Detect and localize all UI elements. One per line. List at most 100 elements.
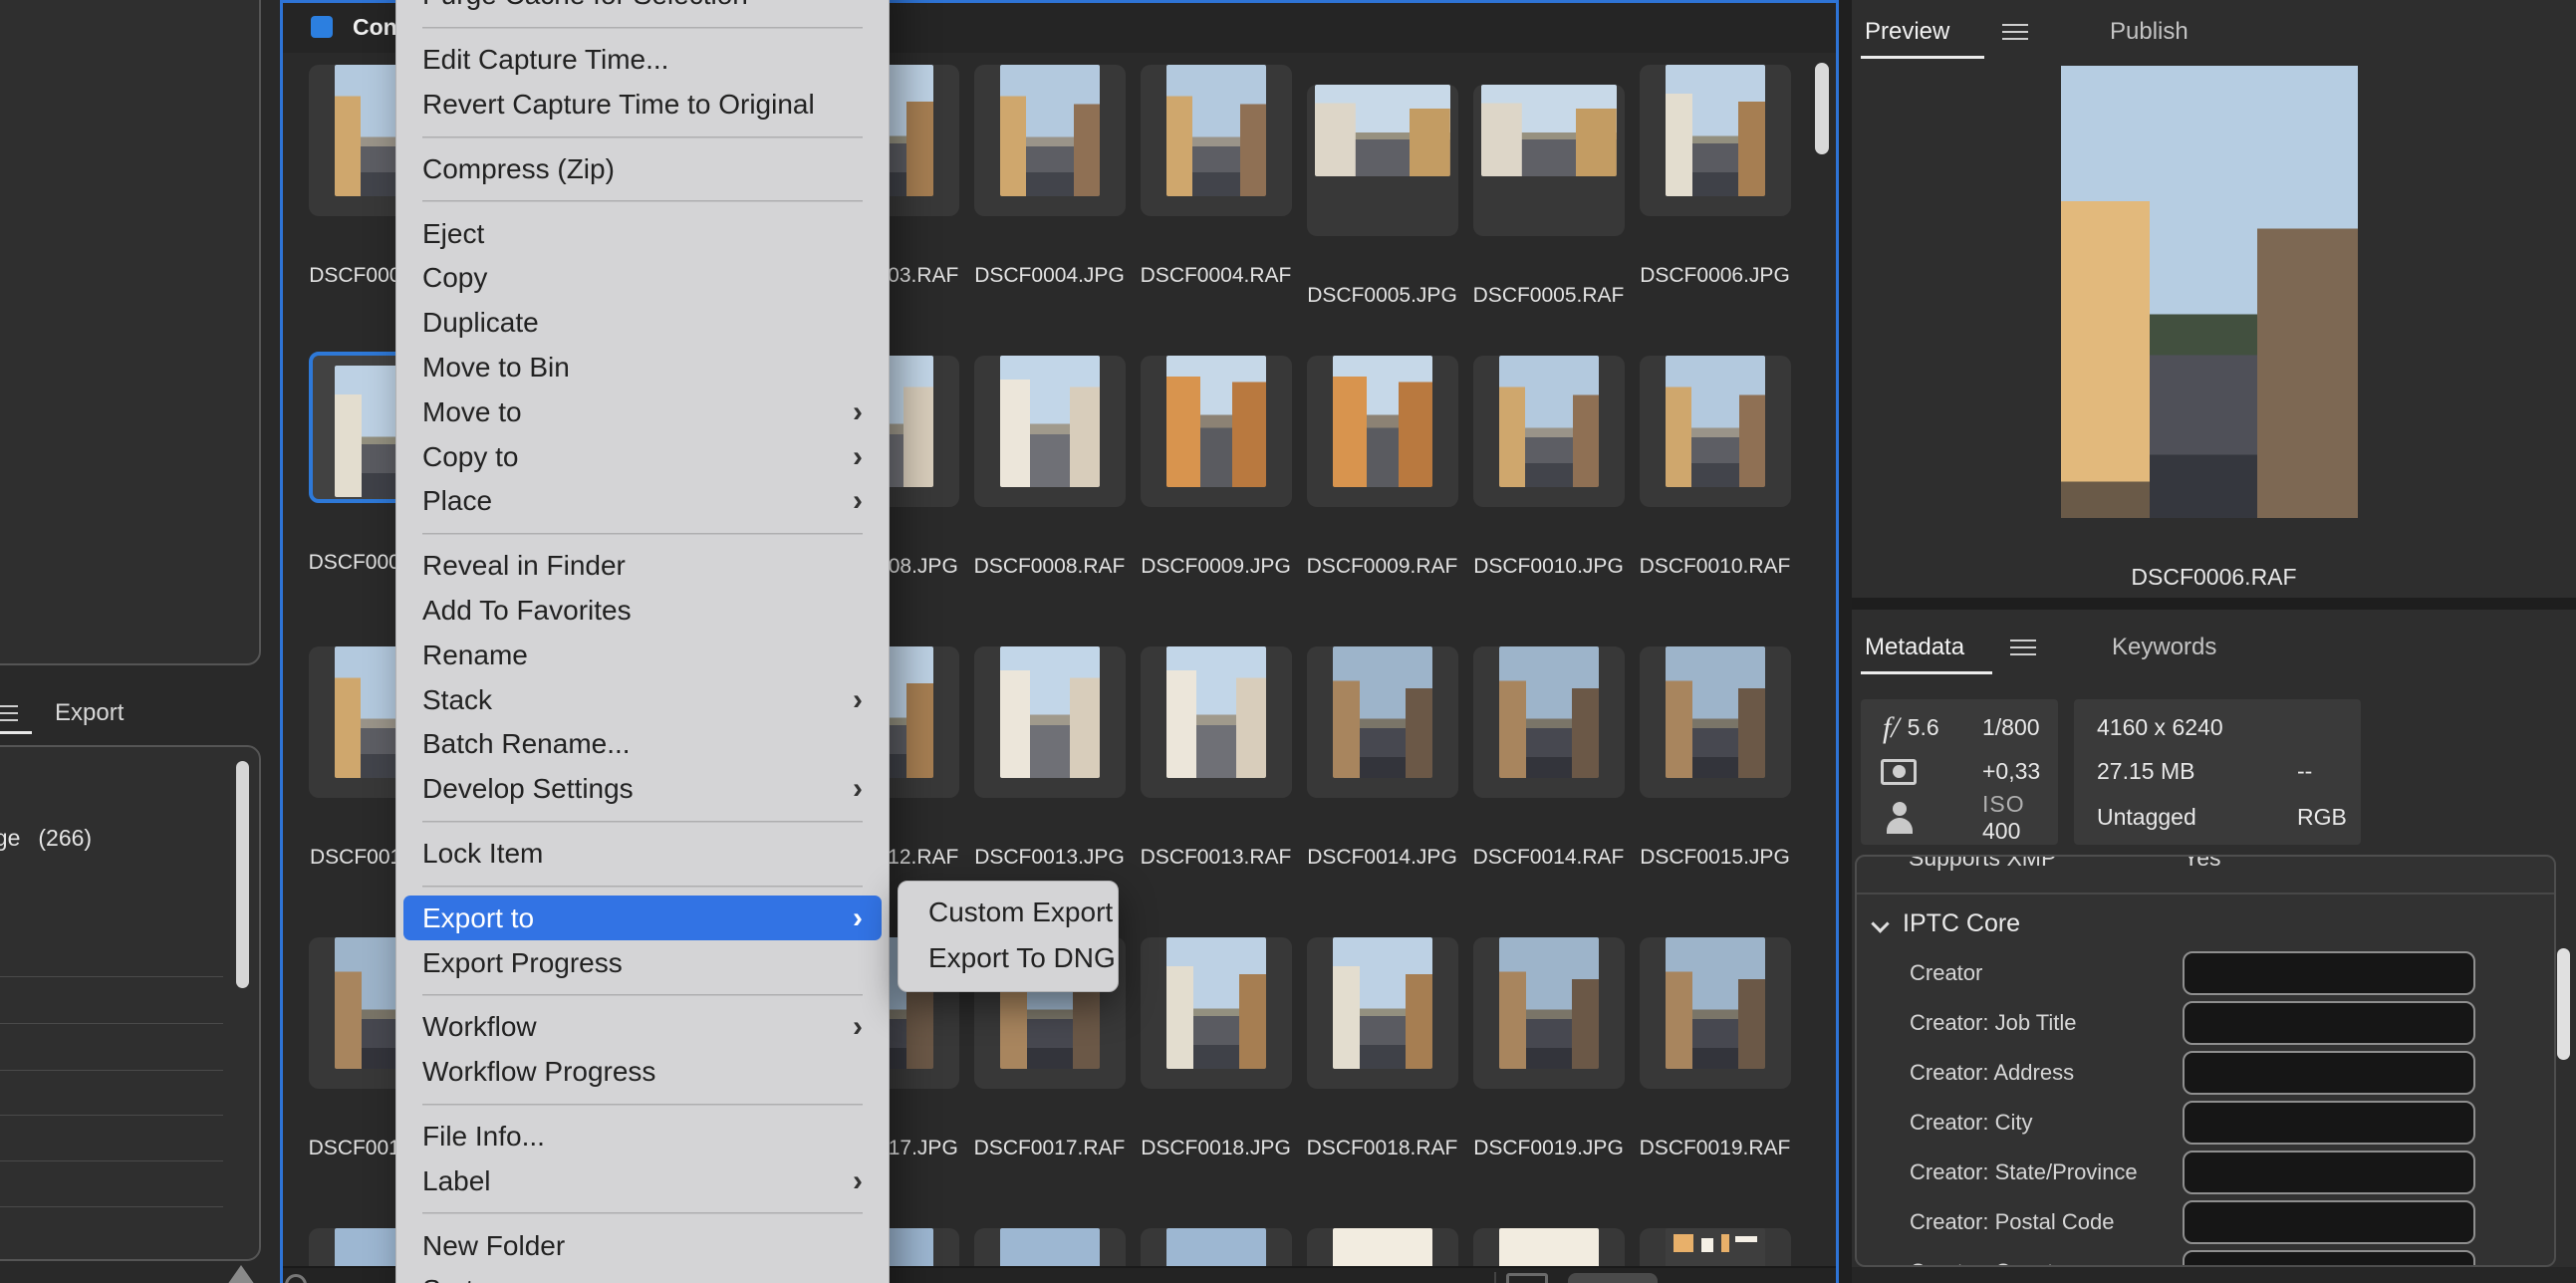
iptc-field-input[interactable] [2183,1001,2475,1045]
context-menu-item[interactable]: Stack › [396,677,889,722]
menu-item-label: Purge Cache for Selection [422,0,863,11]
filter-panel-menu-icon[interactable] [0,705,18,721]
filter-scrollbar[interactable] [236,761,249,988]
thumbnail-cell[interactable]: DSCF0005.JPG [1299,55,1465,346]
preview-image[interactable] [2061,66,2358,518]
context-menu-item[interactable]: Rename › [396,633,889,677]
thumbnail-cell[interactable]: DSCF0004.JPG [966,55,1133,346]
photo-thumbnail [1166,65,1266,196]
preview-panel-menu-icon[interactable] [2002,24,2028,40]
status-circle-icon[interactable] [285,1274,307,1283]
metadata-scrollbar[interactable] [2557,948,2570,1060]
active-tab-underline [1861,671,1992,674]
iptc-field-row: Creator: Job Title [1857,998,2554,1048]
person-icon [1885,802,1915,834]
context-menu-item[interactable]: › [422,524,863,544]
iptc-field-input[interactable] [2183,1250,2475,1267]
panel-divider[interactable] [1839,0,1852,1283]
context-menu-item[interactable]: Duplicate › [396,301,889,346]
context-menu-item[interactable]: Batch Rename... › [396,722,889,767]
context-menu-item[interactable]: Label › [396,1158,889,1203]
thumbnail-size-slider[interactable] [1568,1273,1658,1283]
context-menu-item[interactable]: Workflow Progress › [396,1050,889,1095]
thumbnail-cell[interactable]: DSCF0009.RAF [1299,346,1465,637]
context-menu-item[interactable]: Reveal in Finder › [396,544,889,589]
iptc-field-input[interactable] [2183,1200,2475,1244]
iptc-field-input[interactable] [2183,1101,2475,1145]
context-menu-item[interactable]: › [422,876,863,896]
context-menu-item[interactable]: › [422,812,863,832]
context-menu-item[interactable]: Move to Bin › [396,346,889,390]
thumbnail-cell[interactable]: DSCF0009.JPG [1133,346,1299,637]
divider[interactable] [1852,598,2576,610]
thumbnail-box [1307,646,1458,798]
thumbnail-cell[interactable]: DSCF0018.RAF [1299,927,1465,1218]
context-menu-item[interactable]: Develop Settings › [396,767,889,812]
context-menu-item[interactable]: Workflow › [396,1005,889,1050]
photo-thumbnail [1499,356,1599,487]
bit-depth: -- [2297,758,2312,785]
thumbnail-cell[interactable]: DSCF0013.RAF [1133,637,1299,927]
tab-publish[interactable]: Publish [2110,18,2189,46]
metadata-panel-menu-icon[interactable] [2010,640,2036,655]
context-menu-item[interactable]: › [422,1203,863,1223]
context-menu-item[interactable]: Copy to › [396,434,889,479]
iptc-field-input[interactable] [2183,1151,2475,1194]
thumbnail-cell[interactable]: DSCF0010.JPG [1465,346,1632,637]
context-menu-item[interactable]: › [422,127,863,146]
photo-thumbnail [1000,646,1100,778]
filter-item[interactable]: age (266) [0,825,92,852]
context-menu-item[interactable]: Add To Favorites › [396,589,889,634]
context-menu-item[interactable]: File Info... › [396,1115,889,1159]
divider [1494,1272,1496,1283]
context-menu-item[interactable]: › [422,1095,863,1115]
context-menu-item[interactable]: Edit Capture Time... › [396,38,889,83]
context-menu-item[interactable]: › [422,18,863,38]
content-scrollbar[interactable] [1815,63,1829,154]
tab-keywords[interactable]: Keywords [2112,634,2216,661]
active-tab-underline [0,731,32,734]
context-menu-item[interactable]: Lock Item › [396,832,889,877]
thumbnail-cell[interactable]: DSCF0006.JPG [1632,55,1798,346]
context-menu-item[interactable]: › [422,191,863,211]
thumbnail-cell[interactable]: DSCF0019.JPG [1465,927,1632,1218]
menu-item-label: Reveal in Finder [422,550,863,582]
submenu-item[interactable]: Custom Export [899,890,1118,935]
thumbnail-cell[interactable]: DSCF0010.RAF [1632,346,1798,637]
context-menu-item[interactable]: Export to › [403,896,882,940]
iptc-field-input[interactable] [2183,951,2475,995]
context-menu-item[interactable]: New Folder › [396,1223,889,1268]
submenu-item[interactable]: Export To DNG [899,935,1118,981]
thumbnail-cell[interactable]: DSCF0014.JPG [1299,637,1465,927]
thumbnail-cell[interactable]: DSCF0019.RAF [1632,927,1798,1218]
context-menu-item[interactable]: Export Progress › [396,940,889,985]
iptc-field-input[interactable] [2183,1051,2475,1095]
tab-preview[interactable]: Preview [1865,18,1949,46]
thumbnail-cell[interactable]: DSCF0008.RAF [966,346,1133,637]
iptc-core-header[interactable]: IPTC Core [1857,900,2554,946]
context-menu-item[interactable]: Compress (Zip) › [396,146,889,191]
thumbnail-cell[interactable]: DSCF0005.RAF [1465,55,1632,346]
tab-export[interactable]: Export [55,699,124,727]
menu-item-label: Move to Bin [422,352,863,384]
thumbnail-filename: DSCF0019.RAF [1632,1137,1798,1160]
context-menu-item[interactable]: Sort › [396,1268,889,1283]
context-menu-item[interactable]: Move to › [396,389,889,434]
thumbnail-cell[interactable]: DSCF0015.JPG [1632,637,1798,927]
divider [1857,893,2554,895]
context-menu-item[interactable]: › [422,985,863,1005]
thumbnail-cell[interactable]: DSCF0014.RAF [1465,637,1632,927]
menu-item-label: Workflow Progress [422,1056,863,1088]
context-menu-item[interactable]: Eject › [396,211,889,256]
context-menu-item[interactable]: Copy › [396,256,889,301]
context-menu-item[interactable]: Place › [396,479,889,524]
metadata-list-group: Supports XMP Yes IPTC Core Creator Creat… [1855,855,2556,1267]
grid-view-icon[interactable] [1506,1273,1548,1283]
tab-metadata[interactable]: Metadata [1865,634,1964,661]
context-menu-item[interactable]: Purge Cache for Selection › [396,0,889,18]
menu-item-label: Sort [422,1274,853,1283]
context-menu-item[interactable]: Revert Capture Time to Original › [396,83,889,128]
thumbnail-cell[interactable]: DSCF0018.JPG [1133,927,1299,1218]
thumbnail-cell[interactable]: DSCF0004.RAF [1133,55,1299,346]
menu-item-label: Export Progress [422,947,863,979]
